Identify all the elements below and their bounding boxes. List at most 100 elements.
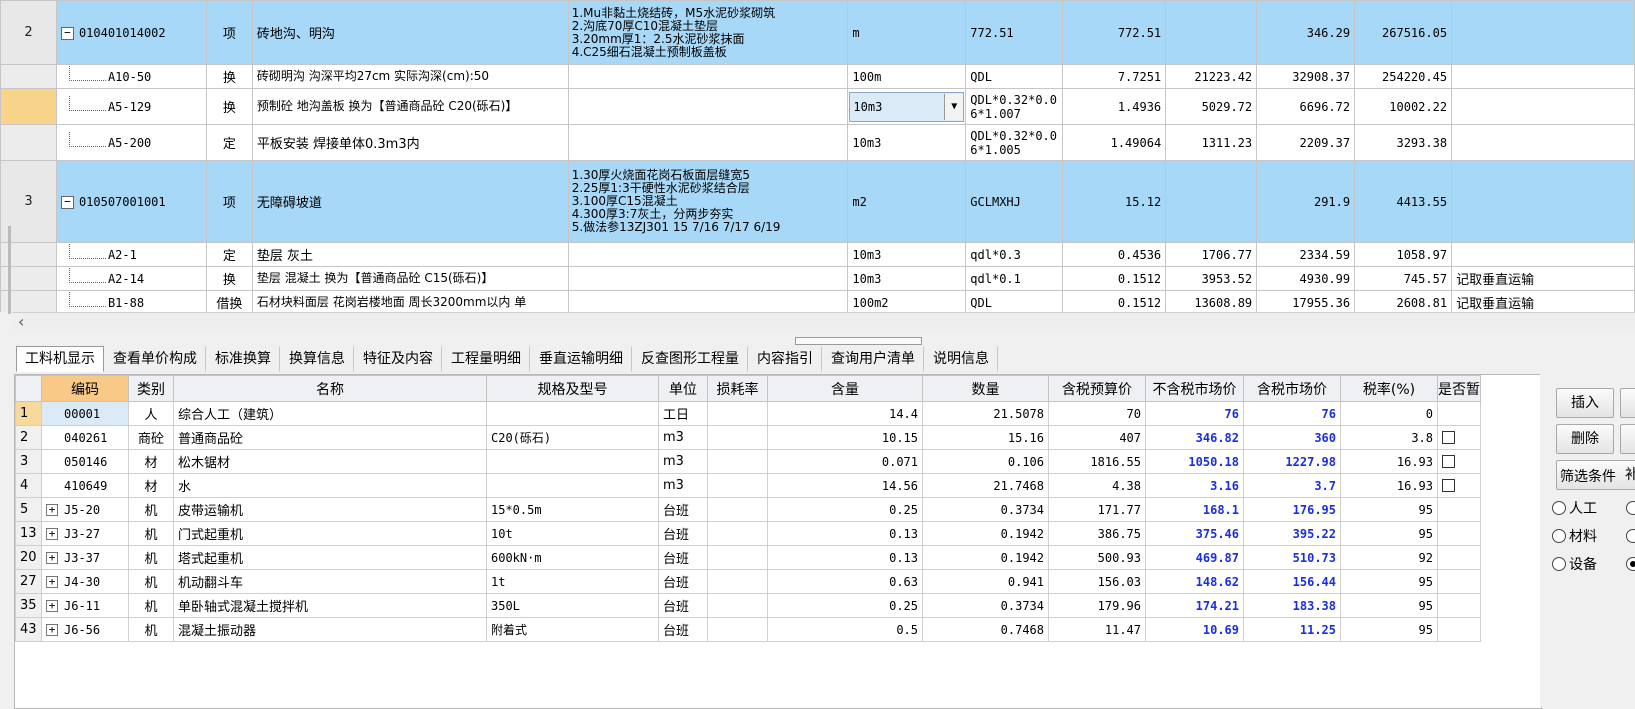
item-features[interactable] [567, 266, 849, 291]
resource-name[interactable]: 门式起重机 [173, 521, 487, 546]
resource-name[interactable]: 混凝土振动器 [173, 617, 487, 642]
item-row[interactable]: 2−010401014002 项砖地沟、明沟 1.Mu非黏土烧结砖，M5水泥砂浆砌筑… [0, 0, 1635, 65]
filter-radio-right-1[interactable] [1626, 501, 1635, 515]
resource-loss-rate[interactable] [707, 449, 768, 474]
item-unit[interactable]: 10m3 ▼ [847, 88, 967, 125]
item-total[interactable]: 267516.05 [1354, 0, 1453, 65]
resource-market-price-in-tax[interactable]: 11.25 [1243, 617, 1341, 642]
resource-market-price-in-tax[interactable]: 395.22 [1243, 521, 1341, 546]
resource-quantity[interactable]: 0.106 [922, 449, 1049, 474]
item-quantity[interactable]: 0.1512 [1062, 266, 1167, 291]
tab-6[interactable]: 工程量明细 [442, 346, 530, 372]
resource-quantity[interactable]: 0.941 [922, 569, 1049, 594]
resource-market-price-ex-tax[interactable]: 76 [1145, 401, 1244, 426]
resource-tax-rate[interactable]: 16.93 [1340, 449, 1438, 474]
resource-budget-price[interactable]: 156.03 [1048, 569, 1146, 594]
resource-category[interactable]: 人 [128, 401, 174, 426]
provisional-checkbox-cell[interactable] [1437, 617, 1481, 642]
item-features[interactable] [567, 242, 849, 267]
resource-market-price-ex-tax[interactable]: 168.1 [1145, 497, 1244, 522]
resource-tax-rate[interactable]: 0 [1340, 401, 1438, 426]
resource-market-price-in-tax[interactable]: 76 [1243, 401, 1341, 426]
tab-8[interactable]: 反查图形工程量 [632, 346, 748, 372]
item-quantity[interactable]: 0.4536 [1062, 242, 1167, 267]
item-code[interactable]: A5-129 [55, 88, 207, 125]
item-total[interactable]: 254220.45 [1354, 64, 1453, 89]
item-total[interactable]: 10002.22 [1354, 88, 1453, 125]
item-note[interactable] [1451, 0, 1635, 65]
item-note[interactable] [1451, 64, 1635, 89]
resource-budget-price[interactable]: 386.75 [1048, 521, 1146, 546]
resource-row[interactable]: 27 + J4-30 机机动翻斗车 1t 台班 0.63 0.941 156.03 148.62 1… [15, 569, 1481, 594]
item-note[interactable]: 记取垂直运输 [1451, 266, 1635, 291]
resource-market-price-ex-tax[interactable]: 10.69 [1145, 617, 1244, 642]
resource-quantity[interactable]: 0.1942 [922, 545, 1049, 570]
resource-spec[interactable]: 附着式 [486, 617, 659, 642]
item-unit[interactable]: m2 [847, 160, 967, 243]
column-header[interactable]: 不含税市场价 [1145, 375, 1244, 402]
item-code[interactable]: A10-50 [55, 64, 207, 89]
provisional-checkbox-cell[interactable] [1437, 473, 1481, 498]
resource-row[interactable]: 13 + J3-27 机门式起重机 10t 台班 0.13 0.1942 386.75 375.4… [15, 521, 1481, 546]
resource-market-price-ex-tax[interactable]: 346.82 [1145, 425, 1244, 450]
item-code[interactable]: −010401014002 [55, 0, 207, 65]
resource-budget-price[interactable]: 171.77 [1048, 497, 1146, 522]
resource-tax-rate[interactable]: 92 [1340, 545, 1438, 570]
resource-row[interactable]: 20 + J3-37 机塔式起重机 600kN·m 台班 0.13 0.1942 500.93 4… [15, 545, 1481, 570]
item-qty-expression[interactable]: QDL [965, 64, 1064, 89]
resource-spec[interactable]: C20(砾石) [486, 425, 659, 450]
filter-radio-right-3[interactable] [1626, 557, 1635, 571]
tab-5[interactable]: 特征及内容 [354, 346, 442, 372]
item-row[interactable]: A2-1 定垫层 灰土 10m3 qdl*0.3 0.4536 1706.77 2334.5… [0, 242, 1635, 267]
resource-category[interactable]: 机 [128, 569, 174, 594]
resource-loss-rate[interactable] [707, 497, 768, 522]
item-note[interactable] [1451, 242, 1635, 267]
resource-tax-rate[interactable]: 3.8 [1340, 425, 1438, 450]
item-unit-price[interactable]: 13608.89 [1165, 290, 1258, 312]
item-unit-price[interactable]: 21223.42 [1165, 64, 1258, 89]
item-features[interactable] [567, 64, 849, 89]
item-composite-price[interactable]: 32908.37 [1256, 64, 1356, 89]
resource-category[interactable]: 机 [128, 593, 174, 618]
tab-11[interactable]: 说明信息 [924, 346, 998, 372]
resource-market-price-ex-tax[interactable]: 1050.18 [1145, 449, 1244, 474]
item-features[interactable] [567, 88, 849, 125]
resource-content[interactable]: 0.071 [767, 449, 923, 474]
extra-button-2[interactable] [1620, 424, 1635, 454]
item-code[interactable]: −010507001001 [55, 160, 207, 243]
item-composite-price[interactable]: 2334.59 [1256, 242, 1356, 267]
resource-unit[interactable]: 台班 [658, 593, 708, 618]
item-row[interactable]: A5-200 定平板安装 焊接单体0.3m3内 10m3 QDL*0.32*0.06*… [0, 124, 1635, 161]
arrow-left-icon[interactable]: ‹ [18, 313, 24, 331]
provisional-checkbox[interactable] [1442, 455, 1455, 468]
item-unit[interactable]: 100m2 [847, 290, 967, 312]
item-code[interactable]: A2-14 [55, 266, 207, 291]
resource-market-price-ex-tax[interactable]: 469.87 [1145, 545, 1244, 570]
plus-box-icon[interactable]: + [46, 504, 58, 516]
resource-category[interactable]: 材 [128, 473, 174, 498]
column-header[interactable]: 税率(%) [1340, 375, 1438, 402]
provisional-checkbox[interactable] [1442, 431, 1455, 444]
resource-name[interactable]: 普通商品砼 [173, 425, 487, 450]
resource-budget-price[interactable]: 1816.55 [1048, 449, 1146, 474]
resource-tax-rate[interactable]: 95 [1340, 593, 1438, 618]
resource-market-price-ex-tax[interactable]: 148.62 [1145, 569, 1244, 594]
filter-radio-3[interactable]: 设备 [1552, 554, 1597, 574]
resource-market-price-ex-tax[interactable]: 375.46 [1145, 521, 1244, 546]
resource-budget-price[interactable]: 500.93 [1048, 545, 1146, 570]
item-code[interactable]: B1-88 [55, 290, 207, 312]
item-quantity[interactable]: 15.12 [1062, 160, 1167, 243]
resource-market-price-in-tax[interactable]: 176.95 [1243, 497, 1341, 522]
item-composite-price[interactable]: 291.9 [1256, 160, 1356, 243]
item-quantity[interactable]: 772.51 [1062, 0, 1167, 65]
item-unit-price[interactable]: 3953.52 [1165, 266, 1258, 291]
resource-quantity[interactable]: 0.3734 [922, 593, 1049, 618]
item-name[interactable]: 砖地沟、明沟 [251, 0, 569, 65]
column-header[interactable]: 单位 [658, 375, 708, 402]
resource-loss-rate[interactable] [707, 473, 768, 498]
minus-box-icon[interactable]: − [60, 195, 74, 209]
resource-unit[interactable]: m3 [658, 473, 708, 498]
resource-spec[interactable]: 1t [486, 569, 659, 594]
item-quantity[interactable]: 0.1512 [1062, 290, 1167, 312]
provisional-checkbox-cell[interactable] [1437, 401, 1481, 426]
